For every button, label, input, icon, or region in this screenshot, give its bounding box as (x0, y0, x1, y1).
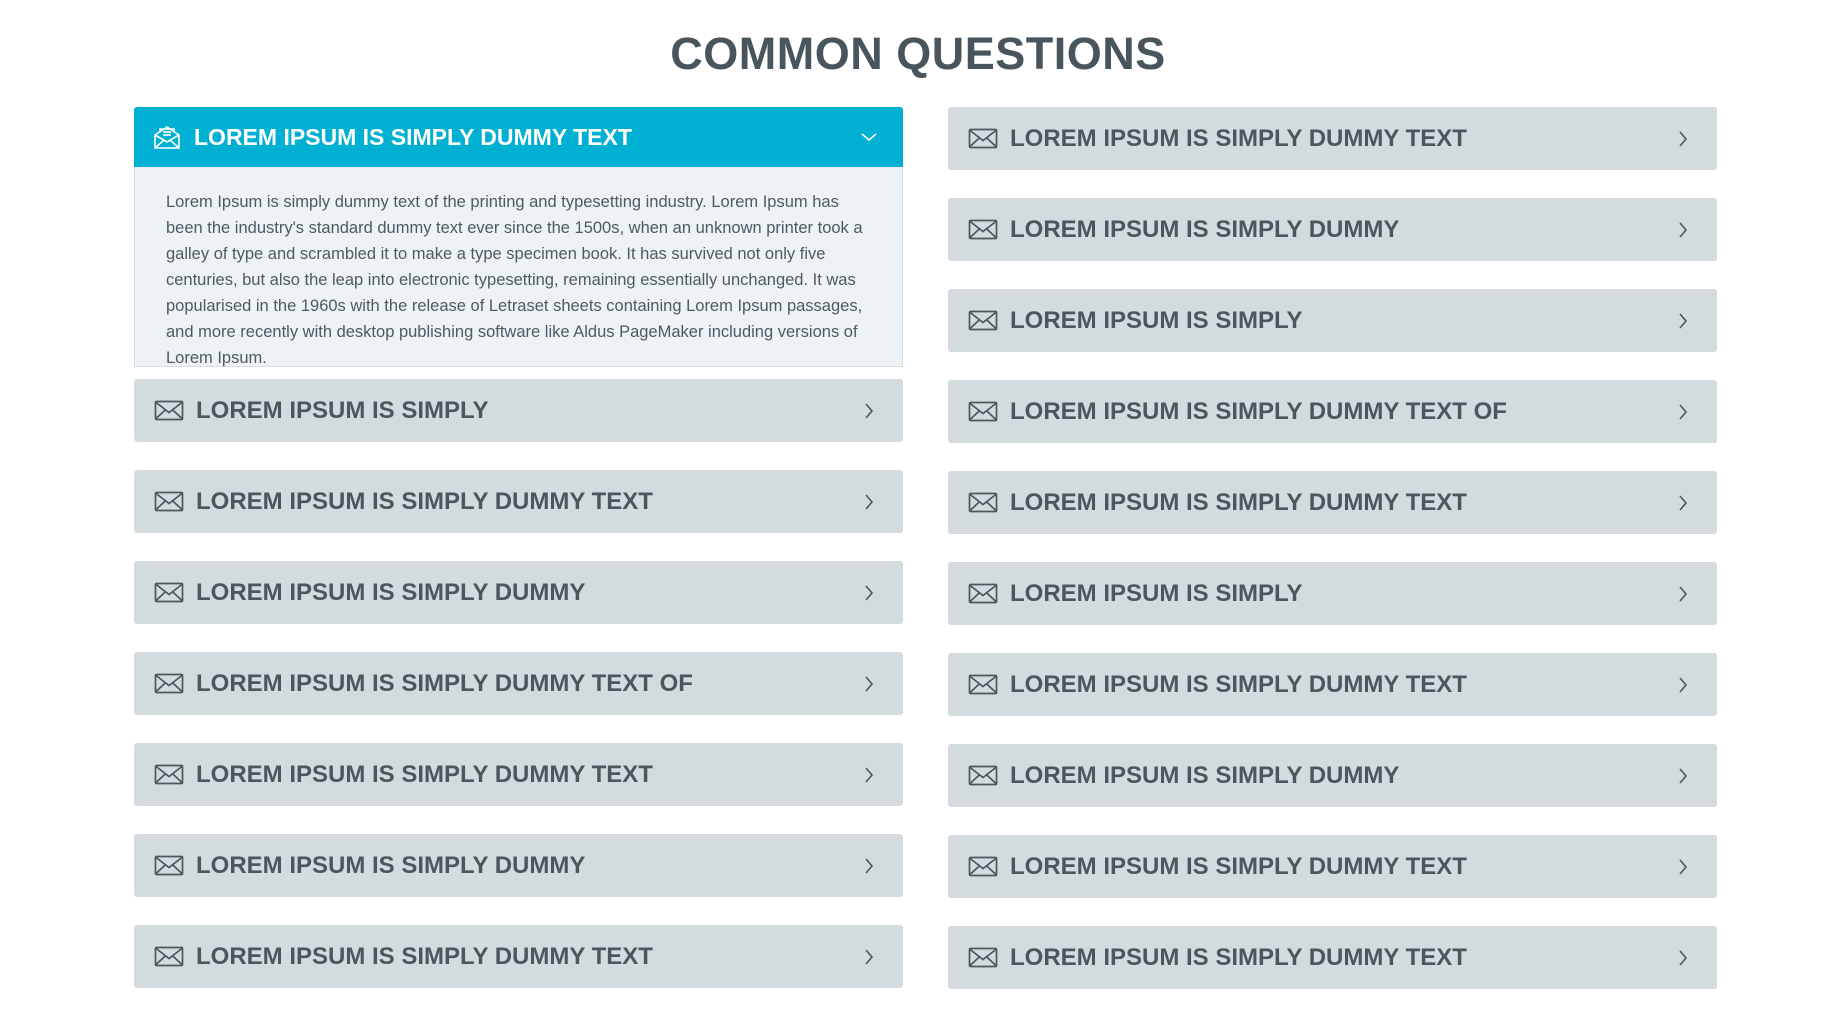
faq-question-label: LOREM IPSUM IS SIMPLY DUMMY TEXT (196, 760, 653, 788)
faq-item-right-1[interactable]: LOREM IPSUM IS SIMPLY DUMMY TEXT (948, 107, 1717, 170)
envelope-icon (968, 401, 998, 423)
faq-item-right-8[interactable]: LOREM IPSUM IS SIMPLY DUMMY (948, 744, 1717, 807)
chevron-right-icon[interactable] (1673, 129, 1693, 149)
envelope-icon (968, 583, 998, 605)
open-envelope-icon (152, 126, 182, 149)
chevron-right-icon[interactable] (859, 401, 879, 421)
envelope-icon (968, 856, 998, 878)
faq-question-label: LOREM IPSUM IS SIMPLY DUMMY (196, 578, 586, 606)
faq-column-right: LOREM IPSUM IS SIMPLY DUMMY TEXT LOREM I… (948, 107, 1717, 1013)
faq-item-right-5[interactable]: LOREM IPSUM IS SIMPLY DUMMY TEXT (948, 471, 1717, 534)
chevron-right-icon[interactable] (1673, 675, 1693, 695)
envelope-icon (968, 310, 998, 332)
chevron-right-icon[interactable] (859, 856, 879, 876)
faq-question-label: LOREM IPSUM IS SIMPLY DUMMY TEXT (196, 942, 653, 970)
faq-item-left-2[interactable]: LOREM IPSUM IS SIMPLY DUMMY TEXT (134, 470, 903, 533)
chevron-right-icon[interactable] (1673, 402, 1693, 422)
chevron-right-icon[interactable] (1673, 493, 1693, 513)
envelope-icon (968, 765, 998, 787)
faq-item-right-2[interactable]: LOREM IPSUM IS SIMPLY DUMMY (948, 198, 1717, 261)
chevron-down-icon[interactable] (859, 127, 879, 147)
envelope-icon (968, 492, 998, 514)
faq-item-right-7[interactable]: LOREM IPSUM IS SIMPLY DUMMY TEXT (948, 653, 1717, 716)
faq-question-label: LOREM IPSUM IS SIMPLY DUMMY TEXT (1010, 124, 1467, 152)
faq-answer-panel: Lorem Ipsum is simply dummy text of the … (134, 167, 903, 367)
chevron-right-icon[interactable] (859, 583, 879, 603)
faq-item-open: LOREM IPSUM IS SIMPLY DUMMY TEXT Lorem I… (134, 107, 903, 367)
faq-item-header-active[interactable]: LOREM IPSUM IS SIMPLY DUMMY TEXT (134, 107, 903, 167)
chevron-right-icon[interactable] (1673, 584, 1693, 604)
faq-item-right-3[interactable]: LOREM IPSUM IS SIMPLY (948, 289, 1717, 352)
chevron-right-icon[interactable] (859, 674, 879, 694)
faq-item-left-3[interactable]: LOREM IPSUM IS SIMPLY DUMMY (134, 561, 903, 624)
faq-item-right-10[interactable]: LOREM IPSUM IS SIMPLY DUMMY TEXT (948, 926, 1717, 989)
faq-item-left-6[interactable]: LOREM IPSUM IS SIMPLY DUMMY (134, 834, 903, 897)
faq-question-label: LOREM IPSUM IS SIMPLY DUMMY (1010, 215, 1400, 243)
faq-question-label: LOREM IPSUM IS SIMPLY DUMMY TEXT OF (196, 669, 693, 697)
envelope-icon (968, 674, 998, 696)
chevron-right-icon[interactable] (1673, 220, 1693, 240)
envelope-icon (154, 764, 184, 786)
faq-question-label: LOREM IPSUM IS SIMPLY DUMMY TEXT (1010, 670, 1467, 698)
faq-question-label: LOREM IPSUM IS SIMPLY DUMMY TEXT OF (1010, 397, 1507, 425)
faq-question-label: LOREM IPSUM IS SIMPLY DUMMY (1010, 761, 1400, 789)
envelope-icon (968, 128, 998, 150)
envelope-icon (154, 673, 184, 695)
chevron-right-icon[interactable] (859, 947, 879, 967)
page-title: COMMON QUESTIONS (670, 28, 1166, 79)
faq-question-label: LOREM IPSUM IS SIMPLY (1010, 579, 1303, 607)
faq-question-label: LOREM IPSUM IS SIMPLY DUMMY TEXT (1010, 488, 1467, 516)
faq-question-label: LOREM IPSUM IS SIMPLY DUMMY TEXT (194, 123, 632, 150)
envelope-icon (154, 491, 184, 513)
chevron-right-icon[interactable] (859, 492, 879, 512)
envelope-icon (154, 582, 184, 604)
envelope-icon (154, 946, 184, 968)
faq-page: COMMON QUESTIONS LOREM IPSUM IS SIMPLY D… (0, 0, 1836, 1013)
faq-question-label: LOREM IPSUM IS SIMPLY DUMMY TEXT (1010, 943, 1467, 971)
envelope-icon (154, 400, 184, 422)
envelope-icon (968, 947, 998, 969)
faq-item-left-5[interactable]: LOREM IPSUM IS SIMPLY DUMMY TEXT (134, 743, 903, 806)
chevron-right-icon[interactable] (859, 765, 879, 785)
faq-question-label: LOREM IPSUM IS SIMPLY DUMMY TEXT (1010, 852, 1467, 880)
faq-column-left: LOREM IPSUM IS SIMPLY DUMMY TEXT Lorem I… (134, 107, 903, 1013)
envelope-icon (968, 219, 998, 241)
faq-item-left-7[interactable]: LOREM IPSUM IS SIMPLY DUMMY TEXT (134, 925, 903, 988)
faq-item-right-9[interactable]: LOREM IPSUM IS SIMPLY DUMMY TEXT (948, 835, 1717, 898)
faq-item-left-4[interactable]: LOREM IPSUM IS SIMPLY DUMMY TEXT OF (134, 652, 903, 715)
faq-question-label: LOREM IPSUM IS SIMPLY (196, 396, 489, 424)
faq-item-left-1[interactable]: LOREM IPSUM IS SIMPLY (134, 379, 903, 442)
chevron-right-icon[interactable] (1673, 311, 1693, 331)
faq-item-right-6[interactable]: LOREM IPSUM IS SIMPLY (948, 562, 1717, 625)
chevron-right-icon[interactable] (1673, 766, 1693, 786)
chevron-right-icon[interactable] (1673, 857, 1693, 877)
faq-question-label: LOREM IPSUM IS SIMPLY DUMMY TEXT (196, 487, 653, 515)
chevron-right-icon[interactable] (1673, 948, 1693, 968)
faq-item-right-4[interactable]: LOREM IPSUM IS SIMPLY DUMMY TEXT OF (948, 380, 1717, 443)
envelope-icon (154, 855, 184, 877)
faq-question-label: LOREM IPSUM IS SIMPLY DUMMY (196, 851, 586, 879)
faq-question-label: LOREM IPSUM IS SIMPLY (1010, 306, 1303, 334)
